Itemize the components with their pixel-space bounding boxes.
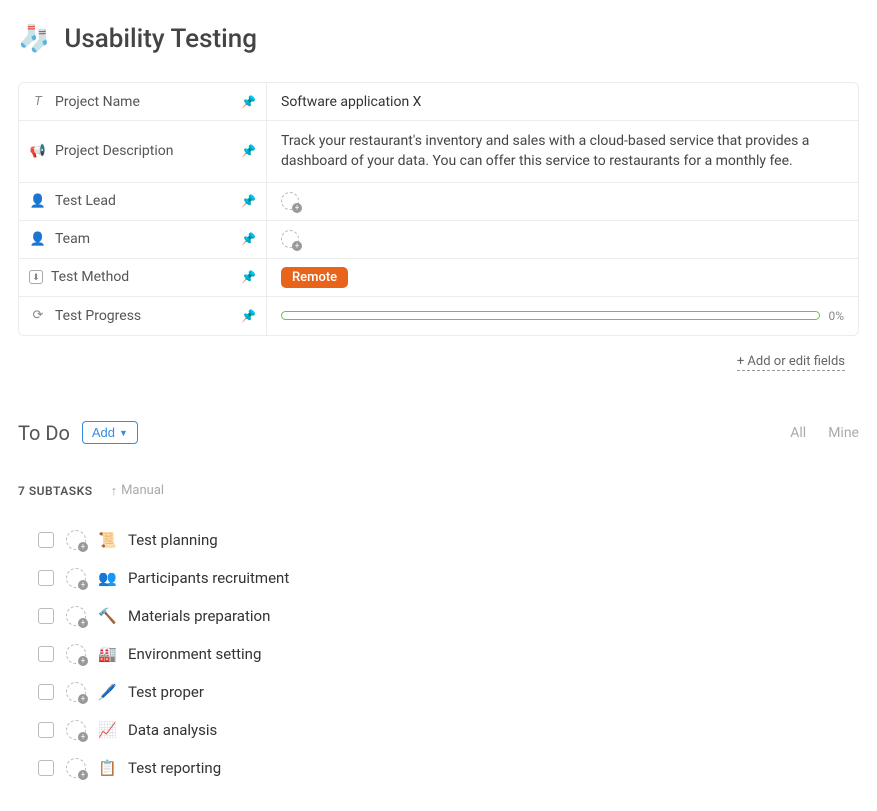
page-emoji: 🧦: [18, 26, 50, 52]
assignee-placeholder-icon[interactable]: [66, 530, 86, 550]
pin-icon[interactable]: 📌: [241, 270, 256, 284]
subtask-row[interactable]: 📋 Test reporting: [38, 749, 859, 787]
field-label-text: Test Lead: [55, 193, 116, 209]
field-row: T Project Name 📌 Software application X: [19, 83, 858, 121]
subtask-row[interactable]: 📈 Data analysis: [38, 711, 859, 749]
page-header: 🧦 Usability Testing: [18, 24, 859, 54]
pin-icon[interactable]: 📌: [241, 194, 256, 208]
progress-track: [281, 311, 820, 320]
subtask-title: Participants recruitment: [128, 569, 289, 587]
subtask-emoji: 📋: [98, 759, 116, 777]
subtask-emoji: 👥: [98, 569, 116, 587]
field-value-text: Software application X: [281, 94, 421, 110]
subtask-title: Test proper: [128, 683, 204, 701]
assignee-placeholder-icon[interactable]: [66, 758, 86, 778]
field-value-text: Track your restaurant's inventory and sa…: [281, 131, 844, 172]
pin-icon[interactable]: 📌: [241, 232, 256, 246]
todo-title: To Do: [18, 421, 70, 445]
subtask-checkbox[interactable]: [38, 570, 54, 586]
field-label[interactable]: ⟳ Test Progress 📌: [19, 297, 267, 335]
add-edit-fields-button[interactable]: + Add or edit fields: [723, 344, 859, 373]
field-type-icon: 👤: [29, 232, 47, 247]
subtask-title: Test reporting: [128, 759, 221, 777]
assignee-placeholder-icon[interactable]: [66, 644, 86, 664]
field-label-text: Test Progress: [55, 308, 141, 324]
field-row: ⬇ Test Method 📌 Remote: [19, 259, 858, 297]
field-value[interactable]: 0%: [267, 297, 858, 335]
unassigned-user-icon[interactable]: [281, 192, 299, 210]
unassigned-user-icon[interactable]: [281, 230, 299, 248]
add-button[interactable]: Add ▼: [82, 421, 138, 444]
subtask-title: Materials preparation: [128, 607, 270, 625]
field-value[interactable]: [267, 183, 858, 220]
filter-mine[interactable]: Mine: [828, 425, 859, 441]
sort-label: Manual: [121, 483, 164, 498]
arrow-up-icon: ↑: [111, 483, 118, 499]
field-label-text: Project Name: [55, 94, 140, 110]
assignee-placeholder-icon[interactable]: [66, 720, 86, 740]
subtask-row[interactable]: 🔨 Materials preparation: [38, 597, 859, 635]
subtask-row[interactable]: 👥 Participants recruitment: [38, 559, 859, 597]
fields-table: T Project Name 📌 Software application X 📢 Pro…: [18, 82, 859, 336]
subtask-emoji: 🖊️: [98, 683, 116, 701]
assignee-placeholder-icon[interactable]: [66, 568, 86, 588]
field-label-text: Project Description: [55, 143, 173, 159]
subtask-emoji: 🏭: [98, 645, 116, 663]
field-type-icon: ⬇: [29, 270, 43, 284]
subtask-emoji: 🔨: [98, 607, 116, 625]
method-badge[interactable]: Remote: [281, 267, 348, 288]
pin-icon[interactable]: 📌: [241, 309, 256, 323]
field-row: 📢 Project Description 📌 Track your restaura…: [19, 121, 858, 183]
field-type-icon: 👤: [29, 194, 47, 209]
todo-header: To Do Add ▼ All Mine: [18, 421, 859, 445]
subtask-emoji: 📈: [98, 721, 116, 739]
assignee-placeholder-icon[interactable]: [66, 682, 86, 702]
progress-percent: 0%: [828, 309, 844, 323]
assignee-placeholder-icon[interactable]: [66, 606, 86, 626]
field-value[interactable]: [267, 221, 858, 258]
subtask-title: Test planning: [128, 531, 218, 549]
field-label[interactable]: 👤 Team 📌: [19, 221, 267, 258]
subtask-title: Environment setting: [128, 645, 261, 663]
subtask-checkbox[interactable]: [38, 532, 54, 548]
subtask-row[interactable]: 🏭 Environment setting: [38, 635, 859, 673]
subtask-title: Data analysis: [128, 721, 217, 739]
field-label[interactable]: ⬇ Test Method 📌: [19, 259, 267, 296]
subtask-emoji: 📜: [98, 531, 116, 549]
add-button-label: Add: [92, 425, 115, 440]
field-row: 👤 Test Lead 📌: [19, 183, 858, 221]
progress-bar[interactable]: 0%: [281, 309, 844, 323]
subtask-row[interactable]: 🖊️ Test proper: [38, 673, 859, 711]
field-label[interactable]: 📢 Project Description 📌: [19, 121, 267, 182]
field-type-icon: ⟳: [29, 308, 47, 323]
subtask-row[interactable]: 📜 Test planning: [38, 521, 859, 559]
subtask-count: 7 SUBTASKS: [18, 484, 93, 498]
field-label-text: Test Method: [51, 269, 129, 285]
pin-icon[interactable]: 📌: [241, 144, 256, 158]
subtask-list: 📜 Test planning 👥 Participants recruitment 🔨…: [18, 521, 859, 787]
subtask-checkbox[interactable]: [38, 722, 54, 738]
pin-icon[interactable]: 📌: [241, 95, 256, 109]
field-label[interactable]: T Project Name 📌: [19, 83, 267, 120]
todo-filters: All Mine: [790, 425, 859, 441]
field-type-icon: 📢: [29, 144, 47, 159]
subtask-checkbox[interactable]: [38, 684, 54, 700]
page-title: Usability Testing: [64, 24, 257, 54]
field-row: ⟳ Test Progress 📌 0%: [19, 297, 858, 335]
field-type-icon: T: [29, 94, 47, 109]
field-row: 👤 Team 📌: [19, 221, 858, 259]
add-edit-fields-label: + Add or edit fields: [737, 354, 845, 371]
filter-all[interactable]: All: [790, 425, 806, 441]
field-value[interactable]: Software application X: [267, 83, 858, 120]
field-label[interactable]: 👤 Test Lead 📌: [19, 183, 267, 220]
chevron-down-icon: ▼: [119, 428, 128, 438]
subtask-checkbox[interactable]: [38, 608, 54, 624]
subtask-meta: 7 SUBTASKS ↑ Manual: [18, 483, 859, 499]
subtask-checkbox[interactable]: [38, 646, 54, 662]
field-value[interactable]: Remote: [267, 259, 858, 296]
field-value[interactable]: Track your restaurant's inventory and sa…: [267, 121, 858, 182]
field-label-text: Team: [55, 231, 90, 247]
sort-button[interactable]: ↑ Manual: [111, 483, 165, 499]
subtask-checkbox[interactable]: [38, 760, 54, 776]
